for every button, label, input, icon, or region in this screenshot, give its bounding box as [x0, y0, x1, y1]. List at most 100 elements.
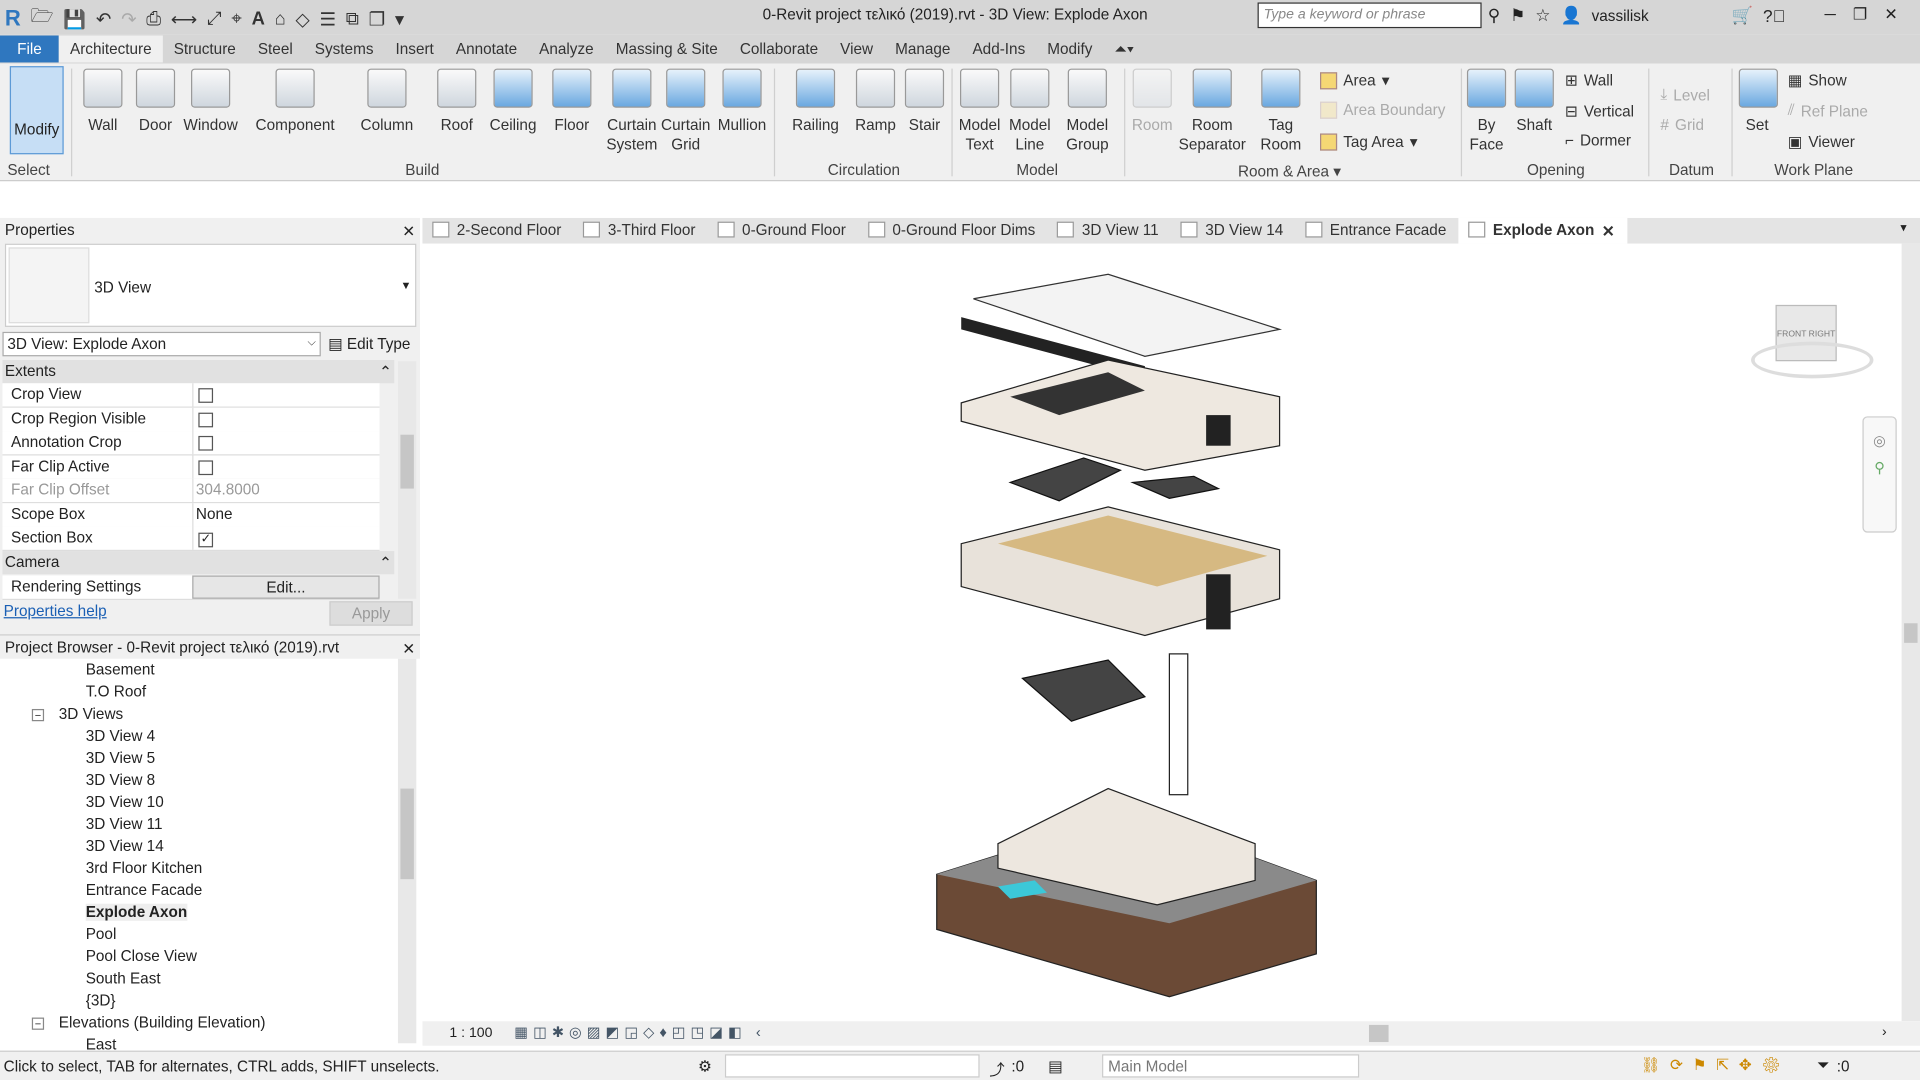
section-icon[interactable]: ◇ [296, 8, 310, 30]
browser-item[interactable]: T.O Roof [86, 683, 146, 700]
browser-item[interactable]: Entrance Facade [86, 882, 203, 899]
model-group-button[interactable]: Model Group [1060, 66, 1114, 154]
ribbon-minimize-icon[interactable]: ⏶▾ [1103, 35, 1145, 63]
cart-icon[interactable]: 🛒 [1732, 5, 1753, 26]
browser-item[interactable]: 3rd Floor Kitchen [86, 860, 203, 877]
ref-plane-button[interactable]: ⫽ Ref Plane [1788, 102, 1868, 120]
tab-systems[interactable]: Systems [304, 36, 385, 63]
grid-button[interactable]: # Grid [1660, 116, 1704, 133]
modify-button[interactable]: Modify [9, 66, 64, 155]
browser-item[interactable]: South East [86, 970, 161, 987]
ceiling-button[interactable]: Ceiling [487, 66, 538, 135]
view-tab[interactable]: 0-Ground Floor Dims [858, 218, 1047, 244]
close-hidden-icon[interactable]: ⧉ [346, 9, 359, 30]
collapse-icon[interactable]: − [31, 708, 45, 722]
browser-item[interactable]: 3D View 8 [86, 771, 155, 788]
column-button[interactable]: Column [358, 66, 417, 135]
far-clip-active-checkbox[interactable] [198, 460, 214, 476]
viewer-button[interactable]: ▣ Viewer [1788, 132, 1855, 151]
tag-icon[interactable]: ⌖ [231, 9, 241, 30]
canvas-vertical-scrollbar[interactable] [1901, 243, 1920, 1022]
open-icon[interactable]: 🗁 [31, 4, 54, 35]
area-button[interactable]: Area ▾ [1320, 71, 1389, 89]
apply-button[interactable]: Apply [329, 601, 413, 626]
browser-item[interactable]: 3D View 10 [86, 793, 164, 810]
tab-modify[interactable]: Modify [1036, 36, 1103, 63]
design-options-icon[interactable]: ▤ [1048, 1057, 1062, 1075]
view-cube-front[interactable]: FRONT [1777, 331, 1806, 340]
customize-qat-icon[interactable]: ▾ [395, 8, 404, 30]
ramp-button[interactable]: Ramp [852, 66, 899, 135]
by-face-button[interactable]: By Face [1466, 66, 1507, 154]
section-box-checkbox[interactable]: ✓ [198, 532, 214, 548]
print-icon[interactable]: ⎙ [146, 9, 161, 30]
zoom-icon[interactable]: ⚲ [1864, 459, 1896, 476]
close-tab-icon[interactable]: ✕ [1602, 222, 1615, 244]
tag-area-button[interactable]: Tag Area ▾ [1320, 132, 1418, 151]
workset-dropdown[interactable] [724, 1054, 980, 1078]
level-button[interactable]: ⤓ Level [1660, 86, 1709, 104]
room-button[interactable]: Room [1129, 66, 1176, 135]
scope-box-field[interactable]: None [192, 503, 379, 527]
scale-button[interactable]: 1 : 100 [449, 1026, 492, 1041]
curtain-grid-button[interactable]: Curtain Grid [659, 66, 713, 154]
tag-room-button[interactable]: Tag Room [1256, 66, 1305, 154]
rendering-edit-button[interactable]: Edit... [192, 575, 380, 599]
tab-analyze[interactable]: Analyze [528, 36, 605, 63]
restore-button[interactable]: ❐ [1853, 5, 1867, 25]
browser-item[interactable]: 3D View 5 [86, 749, 155, 766]
user-name[interactable]: vassilisk [1592, 7, 1649, 24]
room-area-group-label[interactable]: Room & Area ▾ [1238, 162, 1341, 180]
browser-item[interactable]: Pool [86, 926, 117, 943]
user-icon[interactable]: 👤 [1560, 5, 1581, 26]
filter-icon[interactable]: ⏷ [1817, 1057, 1829, 1075]
view-tab[interactable]: Entrance Facade [1295, 218, 1458, 244]
revit-logo-icon[interactable]: R [5, 6, 21, 32]
search-input[interactable]: Type a keyword or phrase [1257, 2, 1482, 29]
thin-lines-icon[interactable]: ☰ [319, 8, 335, 30]
switch-windows-icon[interactable]: ❐ [369, 8, 385, 30]
stair-button[interactable]: Stair [904, 66, 946, 135]
category-extents[interactable]: Extents ⌃ [2, 360, 395, 384]
subscription-icon[interactable]: ⚑ [1510, 5, 1525, 26]
tabs-dropdown-icon[interactable]: ▾ [1900, 222, 1906, 235]
model-text-button[interactable]: Model Text [955, 66, 1004, 154]
curtain-system-button[interactable]: Curtain System [605, 66, 659, 154]
show-button[interactable]: ▦ Show [1788, 71, 1847, 90]
browser-item[interactable]: {3D} [86, 992, 116, 1009]
steering-wheel-icon[interactable]: ◎ [1864, 432, 1896, 449]
text-icon[interactable]: A [252, 9, 265, 30]
select-dropdown[interactable]: Select [7, 162, 50, 179]
browser-item[interactable]: Explode Axon [85, 903, 188, 921]
wall-button[interactable]: Wall [81, 66, 125, 135]
tab-annotate[interactable]: Annotate [445, 36, 528, 63]
view-tab[interactable]: 3-Third Floor [574, 218, 708, 244]
tab-manage[interactable]: Manage [884, 36, 961, 63]
tab-insert[interactable]: Insert [385, 36, 445, 63]
view-tab[interactable]: 2-Second Floor [422, 218, 573, 244]
type-selector[interactable]: 3D View ▼ [4, 243, 417, 327]
vertical-opening-button[interactable]: ⊟ Vertical [1565, 102, 1634, 120]
window-button[interactable]: Window [181, 66, 240, 135]
selection-toggle-icons[interactable]: ⛓⟳⚑⇱✥⚙ [1641, 1056, 1791, 1076]
category-camera[interactable]: Camera ⌃ [2, 551, 395, 575]
model-line-button[interactable]: Model Line [1005, 66, 1054, 154]
save-icon[interactable]: 💾 [63, 8, 86, 30]
properties-scrollbar[interactable] [397, 361, 417, 599]
door-button[interactable]: Door [135, 66, 177, 135]
view-tab[interactable]: 0-Ground Floor [708, 218, 858, 244]
browser-item[interactable]: Pool Close View [86, 948, 197, 965]
close-icon[interactable]: ✕ [402, 639, 415, 657]
browser-scrollbar[interactable] [397, 658, 417, 1044]
view-tab[interactable]: Explode Axon ✕ [1458, 217, 1627, 244]
minimize-button[interactable]: ─ [1824, 5, 1835, 25]
roof-button[interactable]: Roof [436, 66, 478, 135]
floor-button[interactable]: Floor [549, 66, 596, 135]
tab-collaborate[interactable]: Collaborate [729, 36, 829, 63]
worksets-icon[interactable]: ⚙ [698, 1057, 712, 1075]
canvas-horizontal-scrollbar[interactable] [1368, 1024, 1389, 1043]
tab-file[interactable]: File [0, 35, 59, 63]
undo-icon[interactable]: ↶ [96, 8, 111, 30]
edit-type-button[interactable]: ▤ Edit Type [328, 334, 410, 353]
mullion-button[interactable]: Mullion [715, 66, 769, 135]
